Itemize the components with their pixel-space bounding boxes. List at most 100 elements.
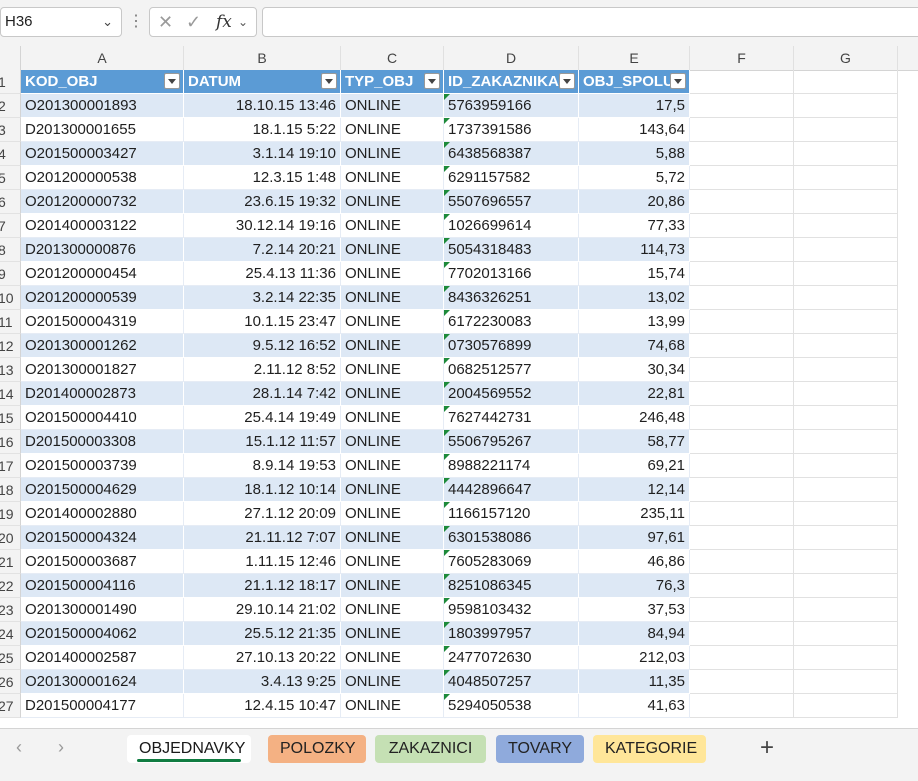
table-cell[interactable]: 7702013166 [444, 262, 579, 286]
empty-cell[interactable] [794, 262, 898, 286]
table-cell[interactable]: ONLINE [341, 142, 444, 166]
enter-icon[interactable]: ✓ [186, 8, 201, 36]
table-cell[interactable]: ONLINE [341, 238, 444, 262]
table-cell[interactable]: O201500004410 [21, 406, 184, 430]
table-cell[interactable]: 13,02 [579, 286, 690, 310]
column-header-e[interactable]: E [579, 46, 690, 70]
sheet-tab-kategorie[interactable]: KATEGORIE [593, 735, 706, 763]
sheet-tab-zakaznici[interactable]: ZAKAZNICI [375, 735, 486, 763]
table-cell[interactable]: 2.11.12 8:52 [184, 358, 341, 382]
number-as-text-warning-icon[interactable] [444, 358, 450, 364]
number-as-text-warning-icon[interactable] [444, 526, 450, 532]
table-cell[interactable]: 23.6.15 19:32 [184, 190, 341, 214]
number-as-text-warning-icon[interactable] [444, 334, 450, 340]
table-cell[interactable]: D201300000876 [21, 238, 184, 262]
number-as-text-warning-icon[interactable] [444, 454, 450, 460]
row-number[interactable]: 24 [0, 622, 21, 646]
table-cell[interactable]: D201500003308 [21, 430, 184, 454]
row-number[interactable]: 7 [0, 214, 21, 238]
table-cell[interactable]: 69,21 [579, 454, 690, 478]
table-cell[interactable]: O201200000732 [21, 190, 184, 214]
table-cell[interactable]: 21.1.12 18:17 [184, 574, 341, 598]
table-cell[interactable]: ONLINE [341, 478, 444, 502]
table-cell[interactable]: 1.11.15 12:46 [184, 550, 341, 574]
empty-cell[interactable] [690, 286, 794, 310]
empty-cell[interactable] [794, 310, 898, 334]
empty-cell[interactable] [794, 238, 898, 262]
table-cell[interactable]: O201200000538 [21, 166, 184, 190]
number-as-text-warning-icon[interactable] [444, 238, 450, 244]
empty-cell[interactable] [690, 478, 794, 502]
table-cell[interactable]: ONLINE [341, 502, 444, 526]
chevron-left-icon[interactable]: ‹ [16, 737, 22, 758]
number-as-text-warning-icon[interactable] [444, 94, 450, 100]
table-cell[interactable]: 28.1.14 7:42 [184, 382, 341, 406]
empty-cell[interactable] [690, 670, 794, 694]
empty-cell[interactable] [690, 238, 794, 262]
row-number[interactable]: 5 [0, 166, 21, 190]
empty-cell[interactable] [690, 382, 794, 406]
empty-cell[interactable] [794, 646, 898, 670]
column-header-g[interactable]: G [794, 46, 898, 70]
table-cell[interactable]: O201200000454 [21, 262, 184, 286]
table-cell[interactable]: 6291157582 [444, 166, 579, 190]
row-number[interactable]: 1 [0, 70, 21, 94]
table-cell[interactable]: 12.3.15 1:48 [184, 166, 341, 190]
table-cell[interactable]: ONLINE [341, 334, 444, 358]
table-cell[interactable]: ONLINE [341, 550, 444, 574]
empty-cell[interactable] [794, 550, 898, 574]
empty-cell[interactable] [690, 94, 794, 118]
empty-cell[interactable] [690, 310, 794, 334]
empty-cell[interactable] [794, 166, 898, 190]
empty-cell[interactable] [794, 382, 898, 406]
number-as-text-warning-icon[interactable] [444, 502, 450, 508]
empty-cell[interactable] [690, 574, 794, 598]
sheet-tab-tovary[interactable]: TOVARY [496, 735, 584, 763]
table-cell[interactable]: 18.1.12 10:14 [184, 478, 341, 502]
table-cell[interactable]: ONLINE [341, 670, 444, 694]
table-cell[interactable]: ONLINE [341, 310, 444, 334]
table-cell[interactable]: ONLINE [341, 382, 444, 406]
table-cell[interactable]: 3.4.13 9:25 [184, 670, 341, 694]
number-as-text-warning-icon[interactable] [444, 598, 450, 604]
table-cell[interactable]: 3.2.14 22:35 [184, 286, 341, 310]
formula-input[interactable] [262, 7, 918, 37]
table-cell[interactable]: O201300001262 [21, 334, 184, 358]
table-cell[interactable]: ONLINE [341, 358, 444, 382]
row-number[interactable]: 11 [0, 310, 21, 334]
table-cell[interactable]: 76,3 [579, 574, 690, 598]
row-number[interactable]: 15 [0, 406, 21, 430]
table-cell[interactable]: ONLINE [341, 430, 444, 454]
table-cell[interactable]: 8.9.14 19:53 [184, 454, 341, 478]
column-header-f[interactable]: F [690, 46, 794, 70]
table-cell[interactable]: 212,03 [579, 646, 690, 670]
sheet-tab-objednavky[interactable]: OBJEDNAVKY [127, 735, 251, 763]
row-number[interactable]: 19 [0, 502, 21, 526]
empty-cell[interactable] [690, 262, 794, 286]
empty-cell[interactable] [794, 430, 898, 454]
empty-cell[interactable] [690, 502, 794, 526]
table-cell[interactable]: 77,33 [579, 214, 690, 238]
table-cell[interactable]: O201300001827 [21, 358, 184, 382]
empty-cell[interactable] [794, 142, 898, 166]
empty-cell[interactable] [690, 430, 794, 454]
empty-cell[interactable] [794, 70, 898, 94]
table-cell[interactable]: ONLINE [341, 118, 444, 142]
number-as-text-warning-icon[interactable] [444, 670, 450, 676]
number-as-text-warning-icon[interactable] [444, 310, 450, 316]
number-as-text-warning-icon[interactable] [444, 214, 450, 220]
empty-cell[interactable] [794, 574, 898, 598]
table-cell[interactable]: ONLINE [341, 622, 444, 646]
empty-cell[interactable] [690, 166, 794, 190]
empty-cell[interactable] [794, 286, 898, 310]
empty-cell[interactable] [794, 622, 898, 646]
table-cell[interactable]: 4442896647 [444, 478, 579, 502]
row-number[interactable]: 13 [0, 358, 21, 382]
row-number[interactable]: 4 [0, 142, 21, 166]
table-cell[interactable]: 29.10.14 21:02 [184, 598, 341, 622]
table-cell[interactable]: ONLINE [341, 598, 444, 622]
table-cell[interactable]: ONLINE [341, 694, 444, 718]
table-cell[interactable]: 8251086345 [444, 574, 579, 598]
table-cell[interactable]: O201500003739 [21, 454, 184, 478]
table-cell[interactable]: 6172230083 [444, 310, 579, 334]
